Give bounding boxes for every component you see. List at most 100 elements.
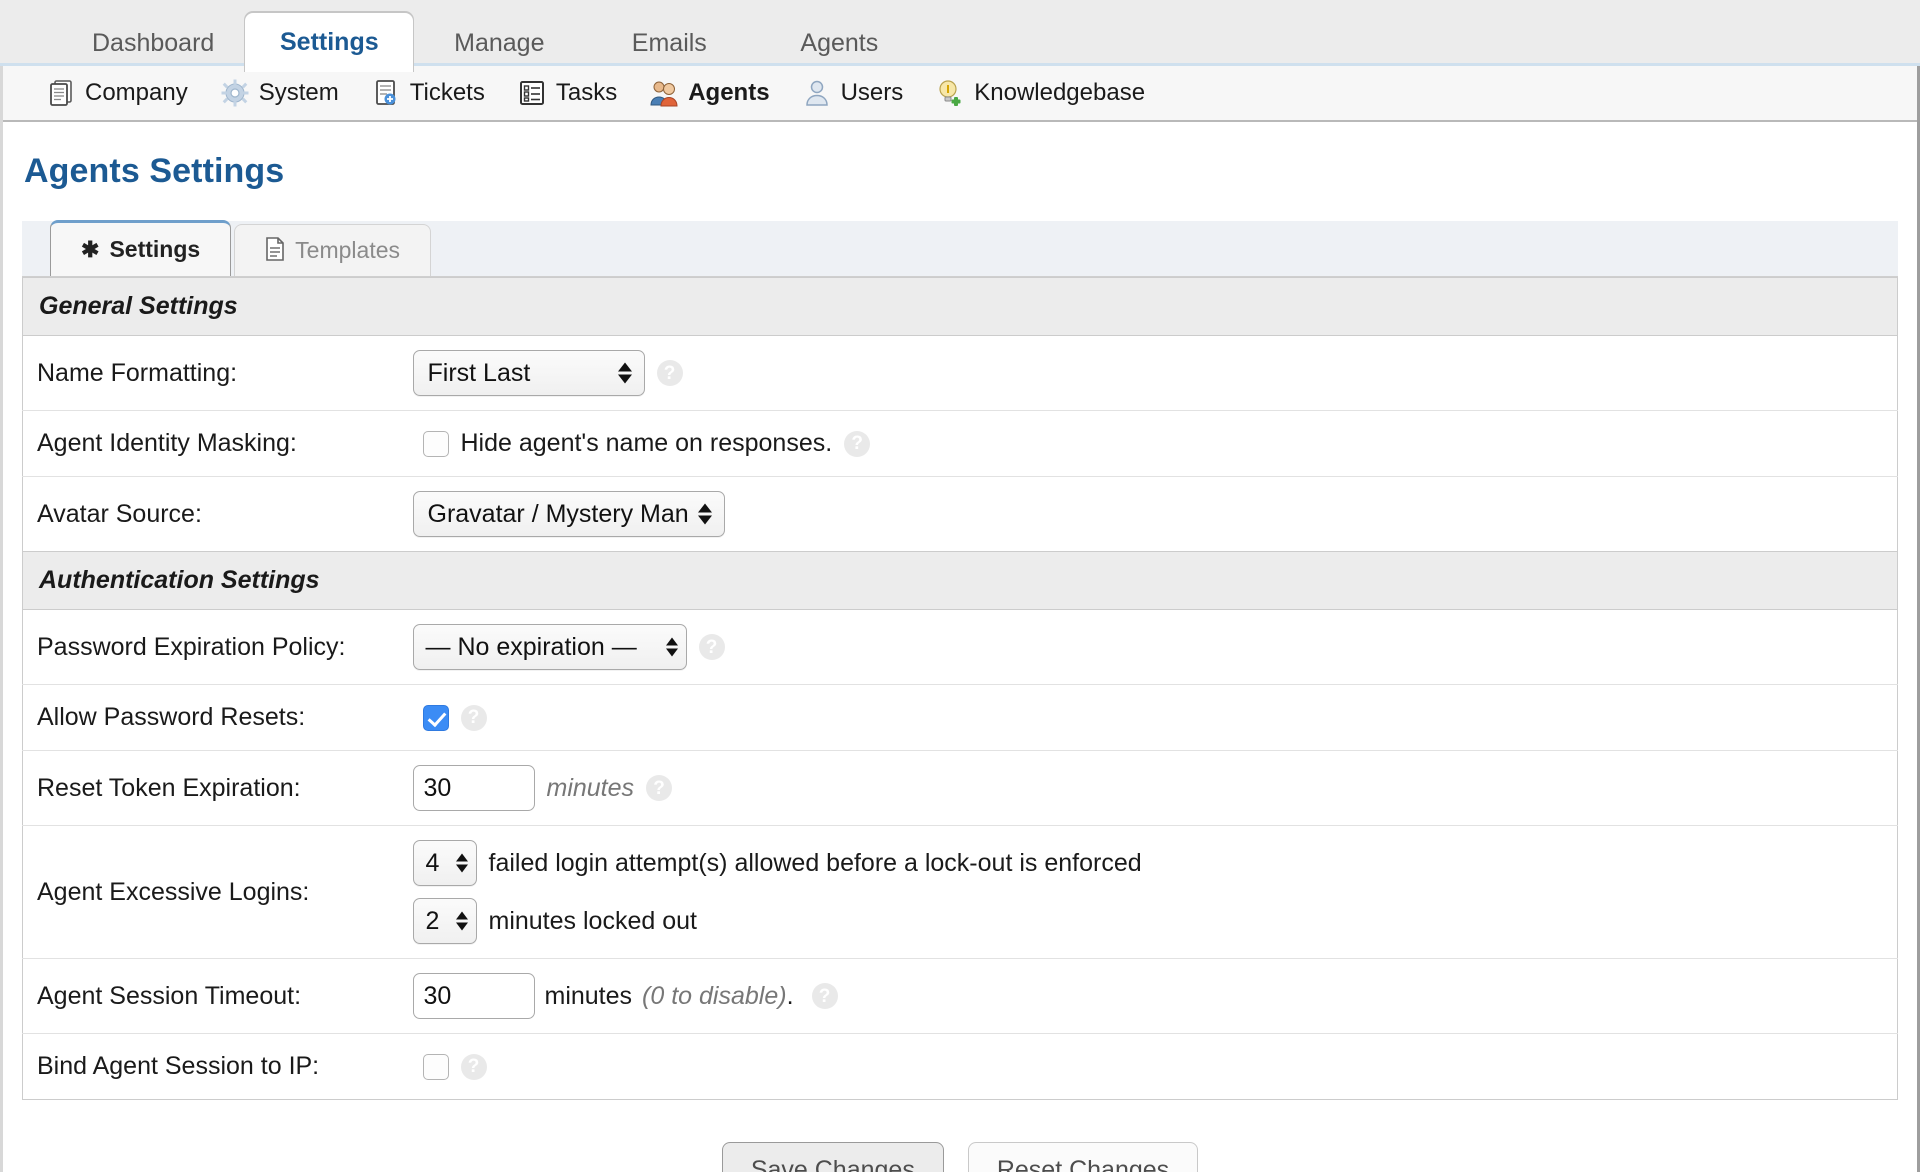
top-tab-dashboard[interactable]: Dashboard [62, 15, 244, 72]
allow-password-resets-help-icon[interactable]: ? [460, 704, 487, 731]
agent-session-timeout-label: Agent Session Timeout: [22, 958, 413, 1034]
row-reset-token-expiration: Reset Token Expiration: minutes ? [22, 750, 1898, 826]
lightbulb-icon [935, 78, 965, 108]
tab-settings-label: Settings [109, 236, 201, 262]
avatar-source-select[interactable]: Gravatar / Mystery Man [412, 491, 725, 537]
save-changes-button[interactable]: Save Changes [721, 1142, 944, 1172]
subnav-item-system[interactable]: System [204, 78, 355, 108]
stepper-arrows-icon [455, 911, 468, 931]
app-window: Dashboard Settings Manage Emails Agents [0, 0, 1920, 1172]
name-formatting-label: Name Formatting: [22, 335, 413, 411]
row-bind-session-ip: Bind Agent Session to IP: ? [22, 1033, 1898, 1100]
top-tab-emails-label: Emails [631, 29, 707, 57]
subnav-item-knowledgebase-label: Knowledgebase [974, 79, 1146, 106]
page-content: Agents Settings ✱ Settings Templates Gen… [0, 152, 1920, 1172]
stepper-arrows-icon [697, 503, 712, 525]
excessive-logins-lockout-select[interactable]: 2 [412, 898, 477, 944]
people-icon [649, 78, 679, 108]
bind-session-ip-label: Bind Agent Session to IP: [22, 1033, 413, 1100]
excessive-logins-attempts-value: 4 [425, 848, 440, 877]
top-tab-emails[interactable]: Emails [584, 15, 754, 72]
name-formatting-select[interactable]: First Last [412, 350, 645, 396]
password-expiration-select[interactable]: — No expiration — [412, 624, 687, 670]
reset-changes-button[interactable]: Reset Changes [967, 1142, 1199, 1172]
bind-session-ip-help-icon[interactable]: ? [460, 1053, 487, 1080]
allow-password-resets-checkbox[interactable] [422, 704, 449, 731]
agent-identity-masking-checkbox-label: Hide agent's name on responses. [460, 429, 833, 457]
tab-settings[interactable]: ✱ Settings [50, 220, 232, 276]
subnav-item-company[interactable]: Company [30, 78, 204, 108]
agent-settings-table: General Settings Name Formatting: First … [22, 277, 1898, 1100]
top-navigation-bar: Dashboard Settings Manage Emails Agents [0, 0, 1920, 72]
reset-token-expiration-help-icon[interactable]: ? [646, 775, 673, 801]
user-icon [802, 78, 832, 108]
agent-session-timeout-suffix: . [786, 981, 794, 1010]
agent-identity-masking-checkbox[interactable] [422, 430, 449, 457]
name-formatting-value: First Last [427, 358, 531, 387]
top-tab-agents[interactable]: Agents [754, 15, 924, 72]
row-password-expiration: Password Expiration Policy: — No expirat… [22, 609, 1898, 685]
subnav-item-tickets[interactable]: Tickets [355, 78, 501, 108]
agent-session-timeout-note: (0 to disable) [642, 981, 787, 1010]
agent-session-timeout-input[interactable] [412, 973, 535, 1019]
excessive-logins-attempts-select[interactable]: 4 [412, 840, 477, 886]
row-name-formatting: Name Formatting: First Last ? [22, 335, 1898, 411]
password-expiration-label: Password Expiration Policy: [22, 609, 413, 685]
top-tab-manage-label: Manage [454, 29, 545, 57]
subnav-item-users-label: Users [840, 79, 904, 106]
agent-session-timeout-help-icon[interactable]: ? [811, 983, 838, 1009]
agent-excessive-logins-label: Agent Excessive Logins: [22, 825, 413, 959]
settings-sub-navigation: Company System Tickets Tasks Agents User… [0, 66, 1920, 122]
document-stack-icon [46, 78, 76, 108]
subnav-item-tasks[interactable]: Tasks [501, 78, 633, 108]
subnav-item-agents-label: Agents [688, 79, 770, 106]
section-header-general: General Settings [22, 277, 1898, 336]
subnav-item-tickets-label: Tickets [409, 79, 485, 106]
section-header-authentication: Authentication Settings [22, 551, 1898, 610]
row-allow-password-resets: Allow Password Resets: ? [22, 684, 1898, 751]
subnav-item-tasks-label: Tasks [555, 79, 618, 106]
excessive-logins-lockout-text: minutes locked out [488, 906, 697, 935]
avatar-source-value: Gravatar / Mystery Man [427, 499, 689, 528]
agent-identity-masking-help-icon[interactable]: ? [844, 430, 871, 457]
password-expiration-help-icon[interactable]: ? [698, 634, 725, 660]
form-actions: Save Changes Reset Changes [22, 1100, 1898, 1172]
subnav-item-agents[interactable]: Agents [633, 78, 785, 108]
tab-templates-label: Templates [295, 237, 400, 263]
stepper-arrows-icon [617, 362, 632, 384]
file-text-icon [265, 236, 285, 265]
top-tab-manage[interactable]: Manage [414, 15, 584, 72]
tab-templates[interactable]: Templates [234, 224, 431, 276]
reset-token-expiration-input[interactable] [412, 765, 535, 811]
top-tab-settings[interactable]: Settings [244, 12, 415, 72]
inner-tab-strip: ✱ Settings Templates [22, 220, 1898, 277]
name-formatting-help-icon[interactable]: ? [656, 360, 683, 386]
gear-icon [220, 78, 250, 108]
subnav-item-knowledgebase[interactable]: Knowledgebase [919, 78, 1161, 108]
asterisk-icon: ✱ [81, 236, 100, 262]
top-tab-dashboard-label: Dashboard [92, 29, 215, 57]
password-expiration-value: — No expiration — [425, 632, 637, 661]
window-left-edge [0, 0, 3, 1172]
agent-session-timeout-unit: minutes [544, 981, 633, 1010]
row-agent-identity-masking: Agent Identity Masking: Hide agent's nam… [22, 410, 1898, 477]
reset-token-expiration-label: Reset Token Expiration: [22, 750, 413, 826]
subnav-item-users[interactable]: Users [786, 78, 920, 108]
row-avatar-source: Avatar Source: Gravatar / Mystery Man [22, 476, 1898, 552]
section-header-authentication-label: Authentication Settings [22, 551, 1898, 610]
excessive-logins-lockout-value: 2 [425, 906, 440, 935]
allow-password-resets-label: Allow Password Resets: [22, 684, 413, 751]
checklist-icon [517, 78, 547, 108]
excessive-logins-attempts-text: failed login attempt(s) allowed before a… [488, 848, 1142, 877]
agent-identity-masking-label: Agent Identity Masking: [22, 410, 413, 477]
page-title: Agents Settings [24, 152, 285, 190]
reset-token-expiration-unit: minutes [546, 773, 635, 802]
stepper-arrows-icon [455, 853, 468, 873]
subnav-item-system-label: System [258, 79, 339, 106]
bind-session-ip-checkbox[interactable] [422, 1053, 449, 1080]
subnav-item-company-label: Company [85, 79, 188, 106]
ticket-document-icon [371, 78, 401, 108]
top-tab-settings-label: Settings [280, 28, 379, 56]
row-agent-excessive-logins: Agent Excessive Logins: 4 failed login a… [22, 825, 1898, 959]
top-tab-agents-label: Agents [800, 29, 879, 57]
